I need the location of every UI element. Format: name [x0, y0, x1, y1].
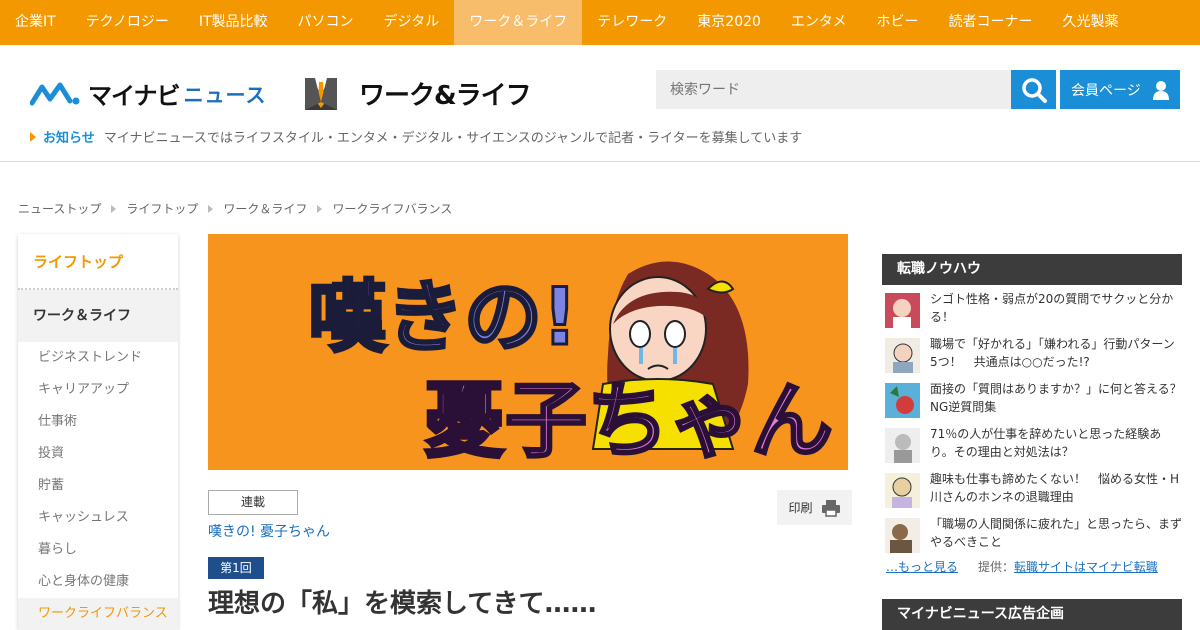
- list-item-text: 71％の人が仕事を辞めたいと思った経験あり。その理由と対処法は？: [930, 427, 1162, 459]
- article-headline: 理想の「私」を模索してきて……: [208, 589, 597, 619]
- section-title: ワーク&ライフ: [359, 81, 532, 111]
- member-page-label: 会員ページ: [1071, 82, 1141, 99]
- series-title-link[interactable]: 嘆きの! 憂子ちゃん: [208, 521, 330, 541]
- search-input[interactable]: [656, 70, 1011, 109]
- nav-item-work-life[interactable]: ワーク＆ライフ: [454, 0, 583, 45]
- episode-badge: 第1回: [208, 557, 264, 579]
- list-item[interactable]: 面接の「質問はありますか？」に何と答える？ NG逆質問集: [882, 380, 1194, 425]
- printer-icon: [821, 499, 840, 517]
- breadcrumb-arrow-icon: [317, 204, 323, 213]
- thumbnail: [885, 428, 920, 463]
- member-page-button[interactable]: 会員ページ: [1060, 70, 1180, 109]
- search-button[interactable]: [1011, 70, 1056, 109]
- list-item[interactable]: シゴト性格・弱点が20の質問でサクッと分かる！: [882, 290, 1182, 335]
- notice-text[interactable]: マイナビニュースではライフスタイル・エンタメ・デジタル・サイエンスのジャンルで記…: [104, 127, 803, 146]
- hero-title-line2: 憂子ちゃん: [423, 374, 833, 469]
- notice-arrow-icon: [30, 131, 36, 142]
- thumbnail: [885, 473, 920, 508]
- print-label: 印刷: [788, 501, 813, 515]
- nav-item-telework[interactable]: テレワーク: [582, 0, 682, 45]
- list-item[interactable]: 71％の人が仕事を辞めたいと思った経験あり。その理由と対処法は？: [882, 425, 1182, 470]
- print-button[interactable]: 印刷: [777, 490, 852, 525]
- site-logo[interactable]: マイナビ ニュース: [30, 76, 267, 111]
- breadcrumb-item[interactable]: ライフトップ: [126, 200, 198, 217]
- nav-item-pc[interactable]: パソコン: [283, 0, 369, 45]
- sidebar-item-career-up[interactable]: キャリアアップ: [18, 374, 178, 406]
- brand-name: マイナビ: [88, 82, 181, 110]
- breadcrumb-arrow-icon: [208, 204, 214, 213]
- nav-item-tokyo2020[interactable]: 東京2020: [682, 0, 776, 45]
- sidebar-item-work-life-balance[interactable]: ワークライフバランス: [18, 598, 178, 630]
- career-knowhow-list: シゴト性格・弱点が20の質問でサクッと分かる！ 職場で「好かれる」「嫌われる」行…: [882, 290, 1194, 560]
- hero-illustration: 嘆きの! 憂子ちゃん: [208, 234, 848, 470]
- notice-label: お知らせ: [43, 131, 95, 146]
- list-item-text: シゴト性格・弱点が20の質問でサクッと分かる！: [930, 292, 1174, 324]
- nav-item-hobby[interactable]: ホビー: [862, 0, 934, 45]
- series-tag: 連載: [208, 490, 298, 515]
- sidebar-category[interactable]: ワーク＆ライフ: [18, 290, 178, 342]
- career-knowhow-footer: …もっと見る 提供： 転職サイトはマイナビ転職: [886, 558, 1158, 575]
- sidebar-top-link[interactable]: ライフトップ: [18, 234, 178, 290]
- suit-icon: [305, 77, 337, 110]
- list-item-text: 職場で「好かれる」「嫌われる」行動パターン5つ！ 共通点は○○だった!?: [930, 337, 1175, 369]
- notice-bar: お知らせ マイナビニュースではライフスタイル・エンタメ・デジタル・サイエンスのジ…: [30, 127, 802, 146]
- thumbnail: [885, 293, 920, 328]
- list-item[interactable]: 「職場の人間関係に疲れた」と思ったら、まずやるべきこと: [882, 515, 1182, 560]
- ad-feature-heading: マイナビニュース広告企画: [882, 599, 1182, 630]
- left-sidebar: ライフトップ ワーク＆ライフ ビジネストレンド キャリアアップ 仕事術 投資 貯…: [18, 234, 178, 630]
- header-divider: [0, 161, 1200, 162]
- user-icon: [1153, 80, 1169, 100]
- thumbnail: [885, 338, 920, 373]
- nav-item-it-comparison[interactable]: IT製品比較: [184, 0, 283, 45]
- nav-item-enterprise-it[interactable]: 企業IT: [0, 0, 71, 45]
- list-item-text: 趣味も仕事も諦めたくない！ 悩める女性・H川さんのホンネの退職理由: [930, 472, 1180, 504]
- sidebar-item-cashless[interactable]: キャッシュレス: [18, 502, 178, 534]
- breadcrumb: ニューストップ ライフトップ ワーク＆ライフ ワークライフバランス: [18, 200, 452, 217]
- breadcrumb-item[interactable]: ニューストップ: [18, 200, 101, 217]
- sidebar-item-savings[interactable]: 貯蓄: [18, 470, 178, 502]
- breadcrumb-item[interactable]: ワーク＆ライフ: [223, 200, 307, 217]
- list-item[interactable]: 職場で「好かれる」「嫌われる」行動パターン5つ！ 共通点は○○だった!?: [882, 335, 1182, 380]
- list-item-text: 面接の「質問はありますか？」に何と答える？ NG逆質問集: [930, 382, 1194, 414]
- thumbnail: [885, 518, 920, 553]
- top-nav: 企業IT テクノロジー IT製品比較 パソコン デジタル ワーク＆ライフ テレワ…: [0, 0, 1200, 45]
- sidebar-item-work-skills[interactable]: 仕事術: [18, 406, 178, 438]
- nav-item-technology[interactable]: テクノロジー: [71, 0, 184, 45]
- more-link[interactable]: …もっと見る: [886, 558, 958, 575]
- sidebar-item-business-trend[interactable]: ビジネストレンド: [18, 342, 178, 374]
- thumbnail: [885, 383, 920, 418]
- hero-title-line1: 嘆きの!: [308, 273, 578, 363]
- search-icon: [1021, 77, 1047, 103]
- provider-link[interactable]: 転職サイトはマイナビ転職: [1014, 558, 1158, 575]
- provider-label: 提供：: [978, 560, 1015, 574]
- nav-item-digital[interactable]: デジタル: [369, 0, 455, 45]
- section-logo[interactable]: ワーク&ライフ: [303, 75, 532, 112]
- brand-sub: ニュース: [183, 83, 267, 107]
- list-item-text: 「職場の人間関係に疲れた」と思ったら、まずやるべきこと: [930, 517, 1183, 549]
- mynavi-logo-icon: [30, 82, 80, 105]
- sidebar-item-investment[interactable]: 投資: [18, 438, 178, 470]
- sidebar-item-living[interactable]: 暮らし: [18, 534, 178, 566]
- sidebar-item-health[interactable]: 心と身体の健康: [18, 566, 178, 598]
- nav-item-hisamitsu[interactable]: 久光製薬: [1048, 0, 1134, 45]
- nav-item-entertainment[interactable]: エンタメ: [776, 0, 862, 45]
- breadcrumb-arrow-icon: [111, 204, 117, 213]
- breadcrumb-item[interactable]: ワークライフバランス: [332, 200, 452, 217]
- list-item[interactable]: 趣味も仕事も諦めたくない！ 悩める女性・H川さんのホンネの退職理由: [882, 470, 1182, 515]
- career-knowhow-heading: 転職ノウハウ: [882, 254, 1182, 285]
- nav-item-reader-corner[interactable]: 読者コーナー: [934, 0, 1048, 45]
